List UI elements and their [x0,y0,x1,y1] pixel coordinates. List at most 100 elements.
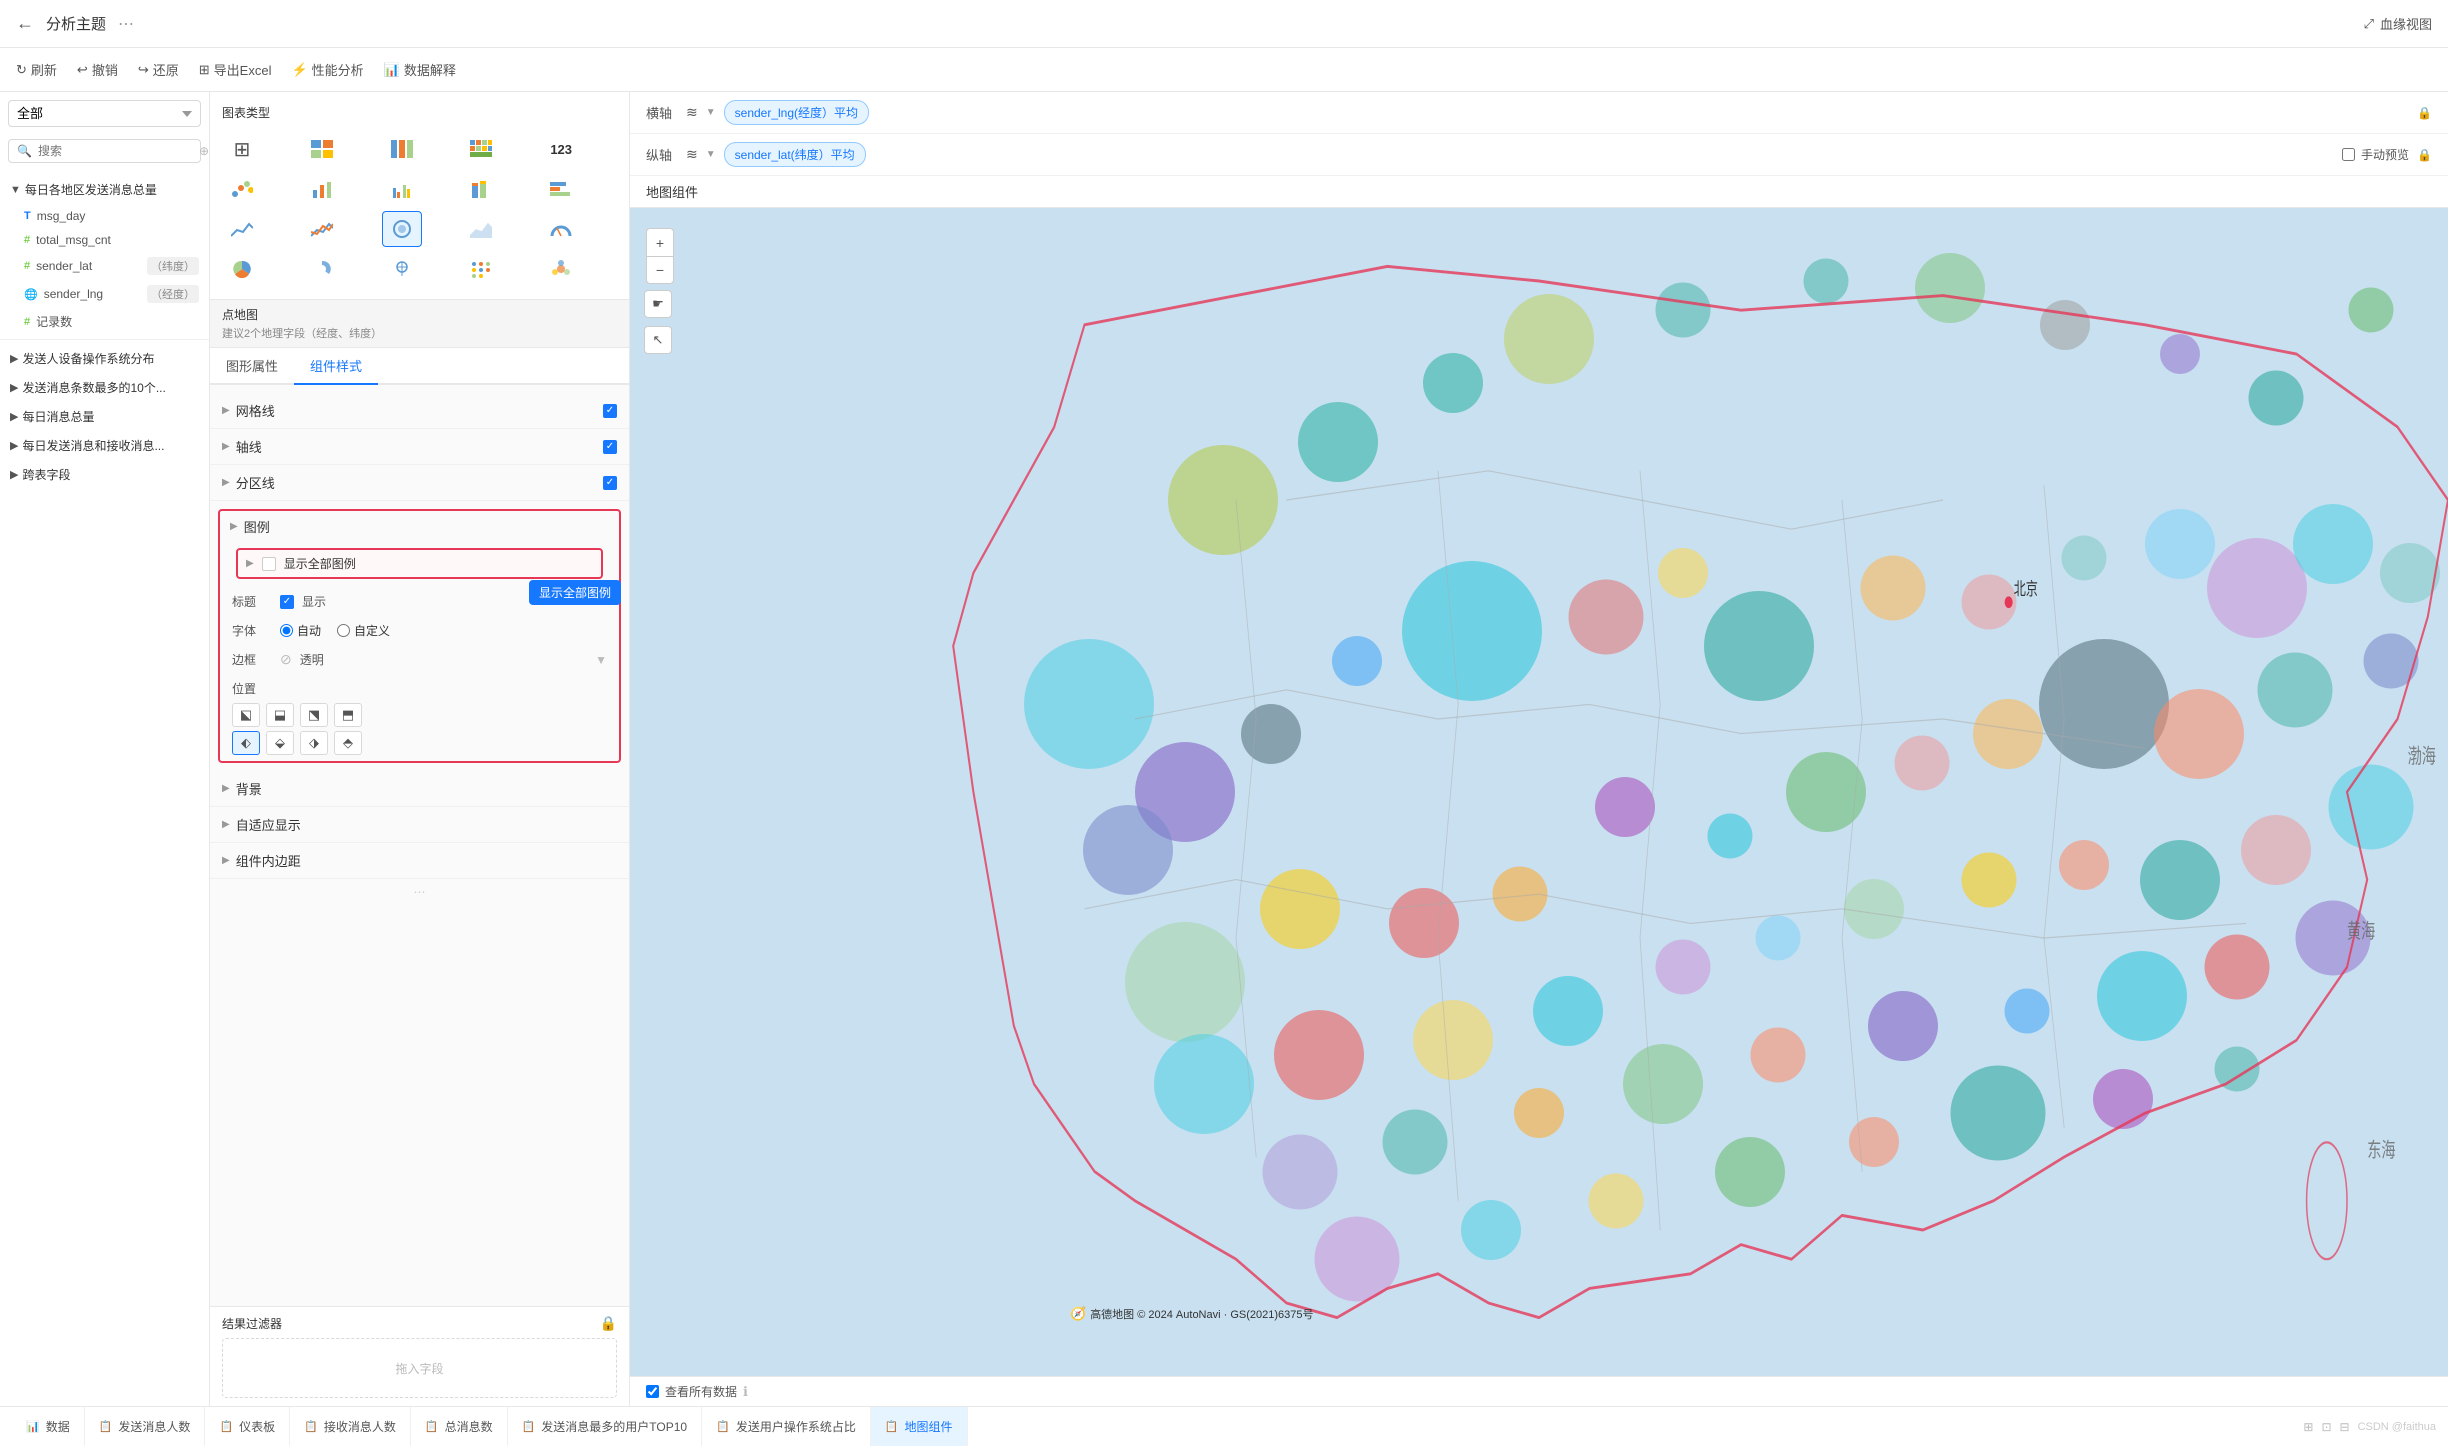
pos-tr2[interactable]: ⬒ [334,703,362,727]
x-axis-icon[interactable]: ≋ [686,104,698,121]
layout-icon-1[interactable]: ⊞ [2303,1420,2313,1434]
layout-icon-2[interactable]: ⊡ [2321,1420,2331,1434]
bottom-tab-top10[interactable]: 📋 发送消息最多的用户TOP10 [508,1407,703,1446]
y-lock-icon[interactable]: 🔒 [2417,148,2432,162]
bottom-tab-os-ratio[interactable]: 📋 发送用户操作系统占比 [702,1407,871,1446]
undo-btn[interactable]: ↩ 撤销 [77,60,118,79]
font-auto-label[interactable]: 自动 [280,622,321,639]
chart-icon-stacked[interactable] [461,171,501,207]
chart-icon-pie[interactable] [222,251,262,287]
pan-icon[interactable]: ☛ [644,290,672,318]
chart-icon-bar[interactable] [302,171,342,207]
pos-bc[interactable]: ⬙ [266,731,294,755]
font-custom-label[interactable]: 自定义 [337,622,390,639]
lineage-view-btn[interactable]: ⤢ 血缘视图 [2364,14,2432,33]
sidebar-select[interactable]: 全部 [8,100,201,127]
chart-icon-hbar[interactable] [541,171,581,207]
more-icon[interactable]: ⋯ [118,14,134,34]
chart-icon-flower[interactable] [541,251,581,287]
pos-br2[interactable]: ⬘ [334,731,362,755]
sidebar-item-msg-day[interactable]: T msg_day [0,204,209,228]
chart-icon-gauge[interactable] [541,211,581,247]
axislines-section[interactable]: ▶ 轴线 [210,429,629,465]
sidebar-item-total-msg[interactable]: # total_msg_cnt [0,228,209,252]
bottom-tab-data[interactable]: 📊 数据 [12,1407,85,1446]
sidebar-item-sender-lat[interactable]: # sender_lat （纬度） [0,252,209,280]
y-axis-dropdown-icon[interactable]: ▼ [706,149,716,160]
export-excel-btn[interactable]: ⊞ 导出Excel [199,60,272,79]
filter-dropzone[interactable]: 拖入字段 [222,1338,617,1398]
map-container[interactable]: + − ☛ ↖ [630,208,2448,1376]
chart-icon-table[interactable]: ⊞ [222,131,262,167]
chart-icon-number[interactable]: 123 [541,131,581,167]
chart-icon-grid[interactable] [382,131,422,167]
layout-icon-3[interactable]: ⊟ [2340,1420,2350,1434]
chart-icon-multiline[interactable] [302,211,342,247]
partitionlines-section[interactable]: ▶ 分区线 [210,465,629,501]
sidebar-item-records[interactable]: # 记录数 [0,308,209,335]
chart-icon-bubble[interactable] [382,211,422,247]
bottom-tab-map[interactable]: 📋 地图组件 [871,1407,968,1446]
partitionlines-checkbox[interactable] [603,476,617,490]
chart-icon-line[interactable] [222,211,262,247]
sidebar-group-header-daily-total[interactable]: ▶ 每日消息总量 [0,402,209,431]
bottom-tab-send-count[interactable]: 📋 发送消息人数 [85,1407,206,1446]
sidebar-group-header-top10[interactable]: ▶ 发送消息条数最多的10个... [0,373,209,402]
background-section[interactable]: ▶ 背景 [210,771,629,807]
chart-icon-dot[interactable] [461,251,501,287]
search-input[interactable] [38,144,193,158]
redo-btn[interactable]: ↪ 还原 [138,60,179,79]
adaptive-section[interactable]: ▶ 自适应显示 [210,807,629,843]
pos-tc[interactable]: ⬓ [266,703,294,727]
filter-lock-icon[interactable]: 🔒 [600,1315,617,1332]
category-select[interactable]: 全部 [8,100,201,127]
show-legend-check[interactable] [262,557,276,571]
axislines-checkbox[interactable] [603,440,617,454]
refresh-btn[interactable]: ↻ 刷新 [16,60,57,79]
bottom-tab-receive-count[interactable]: 📋 接收消息人数 [290,1407,411,1446]
gridlines-section[interactable]: ▶ 网格线 [210,393,629,429]
x-axis-dropdown-icon[interactable]: ▼ [706,107,716,118]
gridlines-checkbox[interactable] [603,404,617,418]
chart-icon-cross-table[interactable] [302,131,342,167]
chart-icon-color-table[interactable] [461,131,501,167]
sidebar-group-header-send-receive[interactable]: ▶ 每日发送消息和接收消息... [0,431,209,460]
zoom-out-btn[interactable]: − [646,256,674,284]
chart-icon-area[interactable] [461,211,501,247]
data-interpret-btn[interactable]: 📊 数据解释 [384,60,456,79]
bottom-tab-total-msg[interactable]: 📋 总消息数 [411,1407,508,1446]
font-custom-radio[interactable] [337,624,350,637]
pos-tl[interactable]: ⬕ [232,703,260,727]
chart-icon-grouped-bar[interactable] [382,171,422,207]
bottom-tab-dashboard[interactable]: 📋 仪表板 [205,1407,290,1446]
y-axis-icon[interactable]: ≋ [686,146,698,163]
add-field-icon[interactable]: ⊕ [199,144,209,158]
font-auto-radio[interactable] [280,624,293,637]
y-axis-tag[interactable]: sender_lat(纬度）平均 [724,142,866,167]
x-lock-icon[interactable]: 🔒 [2417,106,2432,120]
legend-header[interactable]: ▶ 图例 [220,511,619,542]
tab-component-style[interactable]: 组件样式 [294,348,378,385]
show-all-legend-row[interactable]: ▶ 显示全部图例 [236,548,603,579]
sidebar-group-header-cross[interactable]: ▶ 跨表字段 [0,460,209,489]
chart-icon-scatter[interactable] [222,171,262,207]
pos-br[interactable]: ⬗ [300,731,328,755]
back-icon[interactable]: ← [16,13,34,34]
cursor-icon[interactable]: ↖ [644,326,672,354]
manual-preview-checkbox[interactable] [2342,148,2355,161]
pos-tr[interactable]: ⬔ [300,703,328,727]
view-data-checkbox[interactable] [646,1385,659,1398]
chart-icon-donut[interactable] [302,251,342,287]
chart-icon-map[interactable] [382,251,422,287]
sidebar-group-header-daily[interactable]: ▼ 每日各地区发送消息总量 [0,175,209,204]
x-axis-tag[interactable]: sender_lng(经度）平均 [724,100,869,125]
inner-margin-section[interactable]: ▶ 组件内边距 [210,843,629,879]
sidebar-item-sender-lng[interactable]: 🌐 sender_lng （经度） [0,280,209,308]
sidebar-search[interactable]: 🔍 ⊕ [8,139,201,163]
tab-chart-props[interactable]: 图形属性 [210,348,294,385]
title-checkbox[interactable] [280,595,294,609]
border-dropdown[interactable]: ▼ [595,653,607,667]
zoom-in-btn[interactable]: + [646,228,674,256]
perf-analysis-btn[interactable]: ⚡ 性能分析 [291,60,363,79]
view-data-info-icon[interactable]: ℹ [743,1384,748,1400]
